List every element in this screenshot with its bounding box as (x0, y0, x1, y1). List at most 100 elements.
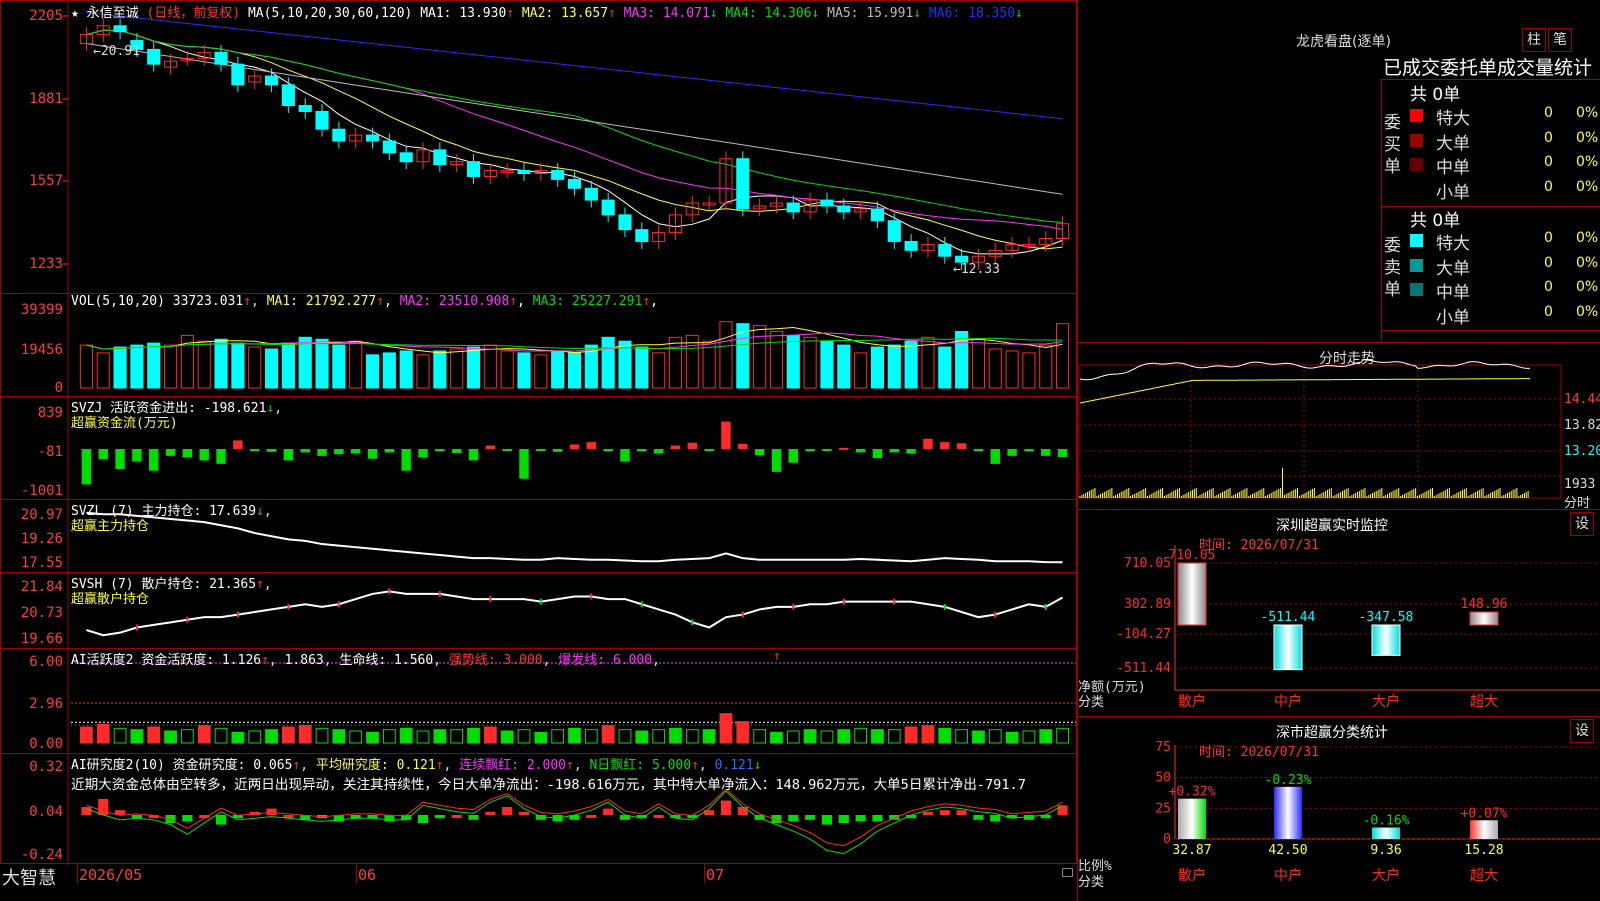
volume-bar (164, 344, 178, 389)
high-price-marker: ←20.91 (93, 44, 140, 59)
order-swatch (1410, 158, 1423, 171)
vol-arrow: ↑ (243, 294, 252, 309)
order-swatch (1410, 133, 1423, 147)
lock-icon[interactable] (1062, 868, 1073, 877)
buy-rows: 特大 0 0% 大单 0 0% 中单 0 0% 小单 0 0% (1408, 104, 1600, 203)
fund-flow-bar (586, 442, 597, 449)
ai2-arrow: ↑ (292, 758, 301, 773)
classify-change-label: +0.32% (1169, 785, 1216, 800)
kline-panel[interactable]: ★ 永信至诚 (日线，前复权) MA(5,10,20,30,60,120) MA… (0, 0, 1078, 295)
svzj-arrow: ↓ (266, 401, 275, 416)
period-label[interactable]: (日线，前复权) (147, 6, 241, 21)
research-bar (384, 815, 395, 822)
ai2-red-value: 2.000 (526, 758, 566, 773)
order-row: 中单 0 0% (1408, 278, 1600, 303)
volume-panel[interactable]: VOL(5,10,20) 33723.031↑, MA1: 21792.277↑… (0, 293, 1078, 398)
ma-label: MA(5,10,20,30,60,120) (247, 6, 413, 21)
ai1-y-tick: 2.96 (29, 696, 63, 712)
candle-body (298, 105, 312, 112)
price-line (1079, 359, 1531, 381)
fund-flow-bar (115, 449, 125, 469)
svzl-panel[interactable]: SVZL (7) 主力持仓: 17.639↓, 超赢主力持仓 20.97 19.… (0, 499, 1077, 574)
activity-bar (770, 731, 783, 744)
tick-mode-button[interactable]: 笔 (1548, 28, 1572, 52)
order-count: 0 (1544, 105, 1553, 121)
activity-bar (685, 729, 699, 744)
monitor-y-tick: 710.05 (1124, 556, 1171, 571)
ai2-header: AI研究度2(10) 资金研究度: 0.065↑, 平均研究度: 0.121↑,… (71, 758, 762, 773)
fund-flow-bar (384, 449, 395, 453)
fund-flow-bar (771, 449, 782, 472)
kline-y-tick: 2205 (29, 8, 63, 24)
research-bar (922, 811, 933, 815)
activity-bar (483, 726, 497, 744)
vol-label: VOL(5,10,20) (71, 294, 165, 309)
volume-bar (652, 352, 666, 389)
svsh-text: 散户持仓: (141, 577, 202, 592)
kline-chart[interactable] (1, 1, 1078, 295)
activity-bar (265, 729, 278, 744)
activity-bar (517, 729, 531, 744)
ai-activity-panel[interactable]: AI活跃度2 资金活跃度: 1.126↑, 1.863, 生命线: 1.560,… (0, 648, 1077, 755)
volume-chart[interactable] (1, 294, 1078, 398)
svzj-panel[interactable]: SVZJ 活跃资金进出: -198.621↓, 超赢资金流(万元) 839 -8… (0, 396, 1077, 501)
monitor-cat-label: 分类 (1078, 695, 1105, 710)
activity-bar (719, 713, 733, 744)
order-count: 0 (1544, 129, 1553, 146)
buy-side-label: 委买单 (1384, 113, 1401, 177)
research-bar (939, 810, 950, 815)
svzl-value: 17.639 (209, 504, 257, 519)
activity-bar (568, 727, 581, 744)
classify-cat-label: 分类 (1078, 875, 1105, 890)
volume-bar (567, 352, 582, 389)
ai1-label: AI活跃度2 (71, 653, 134, 668)
volume-bar (769, 330, 784, 389)
svsh-panel[interactable]: SVSH (7) 散户持仓: 21.365↑, 超赢散户持仓 21.84 20.… (0, 572, 1077, 650)
volume-bar (904, 340, 918, 389)
volume-bar (534, 354, 548, 389)
svsh-y-tick: 19.66 (20, 631, 63, 647)
x-tick: 07 (706, 866, 725, 884)
svsh-y-tick: 20.73 (20, 605, 63, 621)
order-row: 中单 0 0% (1408, 153, 1600, 178)
order-swatch (1410, 109, 1423, 122)
minute-panel[interactable]: 分时走势 14.44 13.82 13.20 1933 分时 (1077, 343, 1600, 511)
vol-y-tick: 19456 (20, 342, 63, 358)
fund-flow-bar (603, 449, 613, 452)
ai1-y-tick: 0.00 (29, 736, 63, 752)
activity-bar (416, 730, 430, 744)
fund-flow-bar (519, 449, 529, 479)
fund-flow-bar (468, 449, 479, 461)
volume-bar (365, 354, 380, 389)
research-line-green (86, 790, 1063, 855)
volume-bar (483, 344, 497, 389)
fund-flow-bar (653, 449, 664, 454)
bar-mode-button[interactable]: 柱 (1522, 28, 1546, 52)
candle-body (786, 202, 800, 213)
ai2-y-tick: 0.04 (29, 804, 63, 820)
order-pct: 0% (1576, 105, 1599, 121)
ai-research-panel[interactable]: AI研究度2(10) 资金研究度: 0.065↑, 平均研究度: 0.121↑,… (0, 753, 1077, 865)
fund-flow-bar (250, 449, 260, 451)
activity-bar (1005, 731, 1019, 744)
classify-y-tick: 0 (1163, 832, 1171, 847)
volume-bar (854, 352, 868, 389)
fund-flow-bar (637, 449, 647, 452)
minute-chart[interactable] (1078, 343, 1600, 508)
fund-flow-bar (704, 449, 714, 451)
volume-bar (988, 348, 1002, 389)
classify-category: 中户 (1274, 867, 1302, 884)
research-bar (737, 806, 748, 815)
ai2-label: AI研究度2(10) (71, 758, 165, 773)
ai2-y-tick: -0.24 (20, 847, 63, 863)
volume-bar (96, 352, 110, 389)
activity-bar (467, 727, 480, 744)
ai2-y-tick: 0.32 (29, 759, 63, 775)
svzl-sub: 超赢主力持仓 (71, 519, 150, 534)
fund-flow-bar (906, 449, 916, 454)
stock-name: 永信至诚 (86, 6, 139, 21)
favorite-star-icon[interactable]: ★ (71, 6, 79, 21)
research-bar (216, 815, 227, 825)
ai2-avg-arrow: ↑ (435, 758, 444, 773)
order-type: 小单 (1436, 307, 1470, 328)
